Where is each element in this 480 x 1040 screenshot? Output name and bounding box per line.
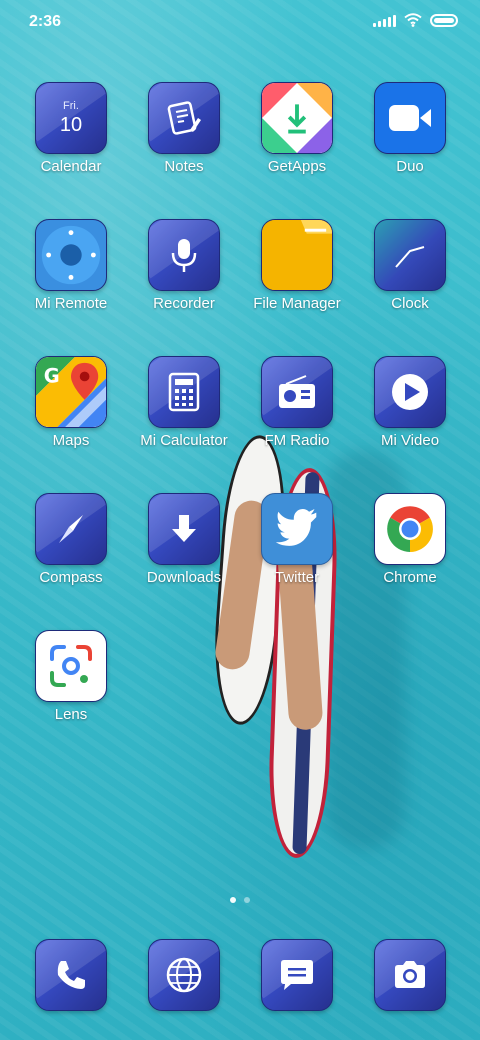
app-label: Downloads: [146, 569, 222, 586]
app-fm-radio[interactable]: FM Radio: [242, 356, 352, 449]
status-time: 2:36: [29, 13, 62, 30]
lens-icon: [35, 630, 107, 702]
app-chrome[interactable]: Chrome: [355, 493, 465, 586]
app-label: FM Radio: [264, 432, 330, 449]
app-label: Duo: [396, 158, 424, 175]
calculator-icon: [148, 356, 220, 428]
notes-icon: [148, 82, 220, 154]
app-clock[interactable]: Clock: [355, 219, 465, 312]
duo-video-icon: [374, 82, 446, 154]
microphone-icon: [148, 219, 220, 291]
app-getapps[interactable]: GetApps: [242, 82, 352, 175]
app-mi-calculator[interactable]: Mi Calculator: [129, 356, 239, 449]
app-label: Clock: [391, 295, 429, 312]
phone-icon: [35, 939, 107, 1011]
dock-camera[interactable]: [355, 939, 465, 1011]
app-label: Compass: [39, 569, 103, 586]
app-recorder[interactable]: Recorder: [129, 219, 239, 312]
twitter-icon: [261, 493, 333, 565]
play-icon: [374, 356, 446, 428]
app-label: Mi Calculator: [140, 432, 228, 449]
app-twitter[interactable]: Twitter: [242, 493, 352, 586]
camera-icon: [374, 939, 446, 1011]
maps-icon: G: [35, 356, 107, 428]
folder-icon: [261, 219, 333, 291]
app-maps[interactable]: G Maps: [16, 356, 126, 449]
dock-browser[interactable]: [129, 939, 239, 1011]
app-label: Mi Remote: [34, 295, 108, 312]
app-label: Lens: [54, 706, 88, 723]
compass-icon: [35, 493, 107, 565]
dock-phone[interactable]: [16, 939, 126, 1011]
messages-icon: [261, 939, 333, 1011]
remote-icon: [35, 219, 107, 291]
app-label: GetApps: [267, 158, 327, 175]
app-label: Notes: [164, 158, 204, 175]
app-downloads[interactable]: Downloads: [129, 493, 239, 586]
page-dot-active: [230, 897, 236, 903]
app-mi-video[interactable]: Mi Video: [355, 356, 465, 449]
clock-icon: [374, 219, 446, 291]
app-label: Maps: [52, 432, 90, 449]
app-label: Recorder: [153, 295, 215, 312]
page-indicator: [0, 897, 480, 903]
getapps-icon: [261, 82, 333, 154]
app-label: Calendar: [40, 158, 102, 175]
app-calendar[interactable]: Fri. 10 Calendar: [16, 82, 126, 175]
app-label: File Manager: [253, 295, 341, 312]
status-bar: 2:36: [0, 0, 480, 44]
dock-messages[interactable]: [242, 939, 352, 1011]
app-file-manager[interactable]: File Manager: [242, 219, 352, 312]
app-duo[interactable]: Duo: [355, 82, 465, 175]
app-notes[interactable]: Notes: [129, 82, 239, 175]
download-icon: [148, 493, 220, 565]
browser-globe-icon: [148, 939, 220, 1011]
app-compass[interactable]: Compass: [16, 493, 126, 586]
app-label: Mi Video: [380, 432, 440, 449]
battery-icon: [430, 13, 458, 27]
signal-icon: [373, 13, 396, 27]
chrome-icon: [374, 493, 446, 565]
app-label: Chrome: [383, 569, 437, 586]
svg-text:G: G: [44, 364, 60, 387]
wifi-icon: [404, 13, 422, 27]
page-dot: [244, 897, 250, 903]
app-lens[interactable]: Lens: [16, 630, 126, 723]
app-label: Twitter: [274, 569, 320, 586]
radio-icon: [261, 356, 333, 428]
app-mi-remote[interactable]: Mi Remote: [16, 219, 126, 312]
calendar-icon: Fri. 10: [35, 82, 107, 154]
